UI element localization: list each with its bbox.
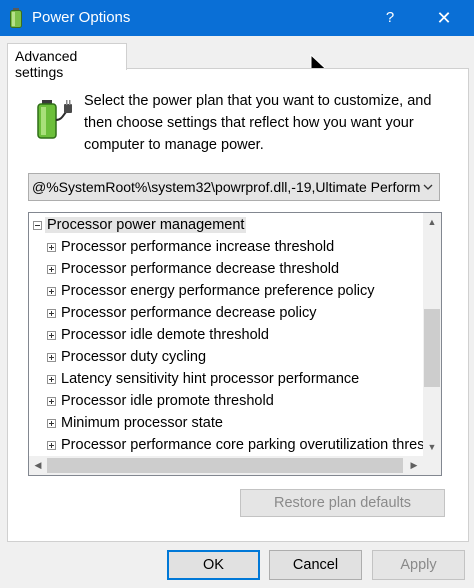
expand-icon[interactable]	[47, 309, 56, 318]
expand-icon[interactable]	[47, 265, 56, 274]
tree-item-label: Minimum processor state	[61, 415, 223, 431]
cancel-button[interactable]: Cancel	[269, 550, 362, 580]
expand-icon[interactable]	[47, 441, 56, 450]
expand-icon[interactable]	[47, 287, 56, 296]
tree-item-label: Processor energy performance preference …	[61, 283, 375, 299]
scroll-up-icon[interactable]: ▲	[423, 213, 441, 231]
help-button[interactable]: ?	[372, 0, 408, 36]
window-title: Power Options	[32, 9, 131, 26]
expand-icon[interactable]	[47, 331, 56, 340]
expand-icon[interactable]	[47, 243, 56, 252]
ok-button[interactable]: OK	[167, 550, 260, 580]
title-bar: Power Options ? ✕	[0, 0, 474, 36]
scroll-down-icon[interactable]: ▼	[423, 438, 441, 456]
tab-label: Advanced settings	[15, 48, 78, 80]
description-text: Select the power plan that you want to c…	[84, 93, 432, 153]
chevron-down-icon	[423, 184, 433, 190]
horizontal-scroll-thumb[interactable]	[47, 458, 403, 473]
expand-icon[interactable]	[47, 353, 56, 362]
tab-advanced-settings[interactable]: Advanced settings	[7, 43, 127, 80]
expand-icon[interactable]	[47, 419, 56, 428]
tree-item-label: Processor duty cycling	[61, 349, 207, 365]
tree-item-label: Processor performance decrease threshold	[61, 261, 340, 277]
scroll-right-icon[interactable]: ▶	[405, 456, 423, 474]
close-button[interactable]: ✕	[426, 0, 462, 36]
horizontal-scrollbar[interactable]: ◀ ▶	[29, 456, 423, 475]
tree-item-label: Processor performance core parking overu…	[61, 437, 442, 453]
tree-item-label: Processor idle demote threshold	[61, 327, 269, 343]
tree-item-label: Processor performance increase threshold	[61, 239, 335, 255]
tree-item-label: Processor performance decrease policy	[61, 305, 317, 321]
restore-plan-defaults-button[interactable]: Restore plan defaults	[240, 489, 445, 517]
collapse-icon[interactable]	[33, 221, 42, 230]
apply-button[interactable]: Apply	[372, 550, 465, 580]
power-plan-dropdown[interactable]: @%SystemRoot%\system32\powrprof.dll,-19,…	[28, 173, 440, 201]
expand-icon[interactable]	[47, 397, 56, 406]
power-plan-value: @%SystemRoot%\system32\powrprof.dll,-19,…	[32, 179, 420, 195]
settings-tree[interactable]: Processor power management Processor per…	[28, 212, 442, 476]
tree-item-label: Processor power management	[45, 217, 247, 233]
scrollbar-corner	[423, 456, 441, 475]
battery-plug-icon	[37, 100, 72, 139]
power-options-icon	[10, 8, 22, 28]
scroll-left-icon[interactable]: ◀	[29, 456, 47, 474]
tree-item-label: Latency sensitivity hint processor perfo…	[61, 371, 360, 387]
vertical-scrollbar[interactable]: ▲ ▼	[423, 213, 441, 456]
tree-item-label: Processor idle promote threshold	[61, 393, 274, 409]
vertical-scroll-thumb[interactable]	[424, 309, 440, 387]
expand-icon[interactable]	[47, 375, 56, 384]
